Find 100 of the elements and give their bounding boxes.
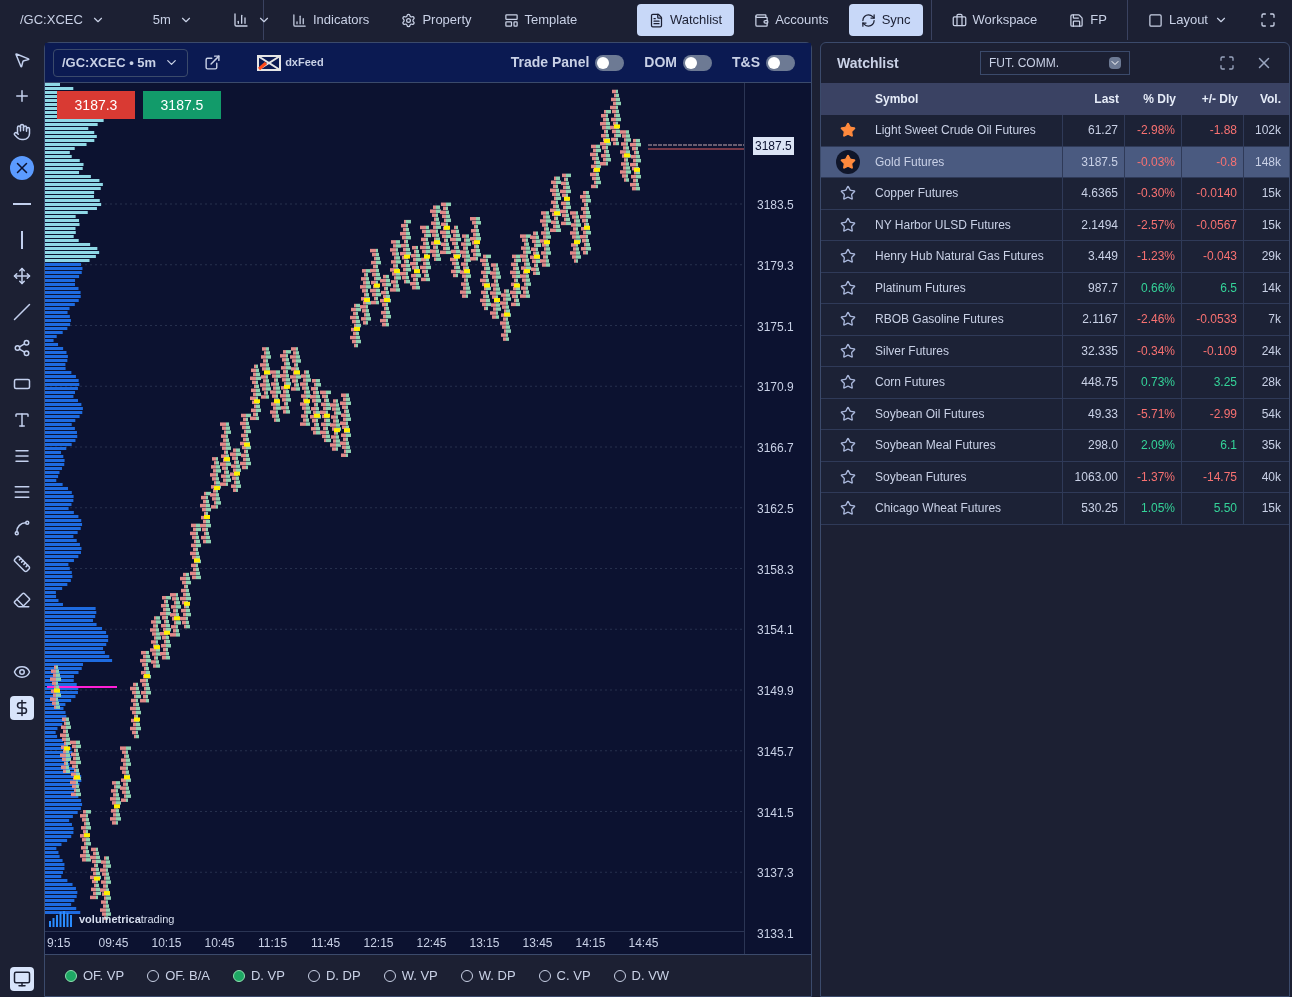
change-cell: -2.99 <box>1182 398 1244 429</box>
watchlist-button[interactable]: Watchlist <box>636 4 735 36</box>
study-radio[interactable]: D. VP <box>233 965 285 986</box>
watchlist-row[interactable]: Silver Futures 32.335 -0.34% -0.109 24k <box>821 335 1289 367</box>
percent-cell: 2.09% <box>1125 430 1182 461</box>
percent-cell: -5.71% <box>1125 398 1182 429</box>
close-tool[interactable] <box>10 156 34 180</box>
study-radio[interactable]: D. VW <box>613 965 670 986</box>
watchlist-row[interactable]: Corn Futures 448.75 0.73% 3.25 28k <box>821 367 1289 399</box>
watchlist-row[interactable]: Copper Futures 4.6365 -0.30% -0.0140 15k <box>821 178 1289 210</box>
watchlist-row[interactable]: NY Harbor ULSD Futures 2.1494 -2.57% -0.0567 15k <box>821 209 1289 241</box>
interval-dropdown[interactable]: 5m <box>152 10 193 30</box>
text-icon <box>13 411 31 429</box>
symbol-cell: Light Sweet Crude Oil Futures <box>875 115 1063 146</box>
volume-cell-text: 40k <box>1260 468 1282 486</box>
template-button[interactable]: Template <box>491 4 590 36</box>
column-header[interactable]: Symbol <box>875 90 1063 108</box>
time-tick: 14:15 <box>574 935 607 952</box>
last-cell: 298.0 <box>1063 430 1125 461</box>
change-cell: 6.5 <box>1182 272 1244 303</box>
maximize-icon <box>1219 55 1235 71</box>
chart-type-dropdown[interactable] <box>232 12 271 28</box>
symbol-cell: Copper Futures <box>875 178 1063 209</box>
list-dropdown[interactable]: FUT. COMM. <box>980 51 1130 75</box>
workspace-icon <box>951 12 967 28</box>
time-tick: 12:15 <box>362 935 395 952</box>
sync-button[interactable]: Sync <box>848 4 923 36</box>
percent-cell: -1.23% <box>1125 241 1182 272</box>
watchlist-row[interactable]: RBOB Gasoline Futures 2.1167 -2.46% -0.0533 7k <box>821 304 1289 336</box>
symbol-cell: Soybean Meal Futures <box>875 430 1063 461</box>
maximize-button[interactable] <box>1219 55 1235 71</box>
chevron-icon <box>1109 57 1121 69</box>
price-tick: 3141.5 <box>757 804 794 822</box>
watchlist-row[interactable]: Soybean Oil Futures 49.33 -5.71% -2.99 54k <box>821 398 1289 430</box>
indicators-button[interactable]: Indicators <box>280 4 382 36</box>
watchlist-row[interactable]: Chicago Wheat Futures 530.25 1.05% 5.50 15k <box>821 493 1289 525</box>
watchlist-row[interactable]: Light Sweet Crude Oil Futures 61.27 -2.98% -1.88 102k <box>821 115 1289 147</box>
price-tick: 3162.5 <box>757 500 794 518</box>
watchlist-row[interactable]: Soybean Futures 1063.00 -1.37% -14.75 40k <box>821 461 1289 493</box>
property-button[interactable]: Property <box>389 4 484 36</box>
fp-icon <box>1069 12 1085 28</box>
bid-price[interactable]: 3187.3 <box>57 91 135 119</box>
ruler-icon <box>13 555 31 573</box>
vertical-line-icon <box>21 231 23 249</box>
column-header[interactable]: Last <box>1063 90 1125 108</box>
watchlist-row[interactable]: Henry Hub Natural Gas Futures 3.449 -1.23% -0.043 29k <box>821 241 1289 273</box>
time-tick: 13:15 <box>468 935 501 952</box>
price-tick: 3149.9 <box>757 683 794 700</box>
volume-cell-text: 102k <box>1253 122 1282 140</box>
popout-button[interactable] <box>204 54 222 71</box>
change-cell: 3.25 <box>1182 367 1244 398</box>
popout-icon <box>204 54 222 71</box>
symbol-cell: RBOB Gasoline Futures <box>875 304 1063 335</box>
toggle-switch[interactable] <box>683 54 712 71</box>
last-cell: 3187.5 <box>1063 146 1125 177</box>
watchlist-row[interactable]: Platinum Futures 987.7 0.66% 6.5 14k <box>821 272 1289 304</box>
study-radio[interactable]: W. VP <box>383 965 438 986</box>
monitor-button[interactable] <box>10 967 34 991</box>
price-tick: 3166.7 <box>757 440 794 457</box>
ask-price[interactable]: 3187.5 <box>143 91 221 119</box>
last-cell: 448.75 <box>1063 367 1125 398</box>
accounts-button[interactable]: Accounts <box>742 4 841 36</box>
study-radio[interactable]: OF. B/A <box>147 965 210 986</box>
trend-icon <box>13 303 31 321</box>
column-header[interactable]: Vol. <box>1244 90 1289 108</box>
watchlist-row[interactable]: Soybean Meal Futures 298.0 2.09% 6.1 35k <box>821 430 1289 462</box>
percent-cell: 0.73% <box>1125 367 1182 398</box>
symbol-dropdown[interactable]: /GC:XCEC <box>20 10 105 30</box>
column-header[interactable]: +/- Dly <box>1182 90 1244 108</box>
study-radio[interactable]: W. DP <box>460 965 516 986</box>
column-header[interactable]: % Dly <box>1125 90 1182 108</box>
last-cell: 61.27 <box>1063 115 1125 146</box>
percent-cell: 0.66% <box>1125 272 1182 303</box>
study-radio[interactable]: D. DP <box>307 965 361 986</box>
percent-cell: 1.05% <box>1125 493 1182 524</box>
workspace-button[interactable]: Workspace <box>939 4 1050 36</box>
symbol-cell: Chicago Wheat Futures <box>875 493 1063 524</box>
sync-icon <box>860 12 876 28</box>
eye-icon <box>13 663 31 681</box>
change-cell: -1.88 <box>1182 115 1244 146</box>
last-cell: 987.7 <box>1063 272 1125 303</box>
fp-button[interactable]: FP <box>1057 4 1119 36</box>
last-cell: 530.25 <box>1063 493 1125 524</box>
accounts-icon <box>754 12 770 28</box>
watchlist-row[interactable]: Gold Futures 3187.5 -0.03% -0.8 148k <box>821 146 1289 178</box>
toggle-switch[interactable] <box>766 54 795 71</box>
watermark-text: volumetricatrading <box>79 914 175 925</box>
feed-logo-icon <box>257 54 282 71</box>
dollar-tool[interactable] <box>10 696 34 720</box>
study-radio[interactable]: OF. VP <box>65 965 125 986</box>
last-cell: 32.335 <box>1063 335 1125 366</box>
symbol-selector[interactable]: /GC:XCEC • 5m <box>53 48 189 77</box>
time-tick: 11:45 <box>309 935 342 952</box>
last-cell: 2.1494 <box>1063 209 1125 240</box>
cursor-icon <box>13 51 31 69</box>
toggle-switch[interactable] <box>595 54 625 71</box>
study-radio[interactable]: C. VP <box>538 965 591 986</box>
layout-button[interactable]: Layout <box>1135 4 1240 36</box>
cross-icon <box>13 87 31 105</box>
toggle-label: T&S <box>732 53 760 72</box>
